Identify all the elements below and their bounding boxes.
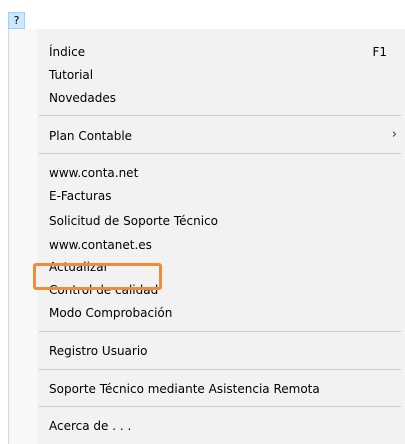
menu-item-label: Modo Comprobación bbox=[49, 306, 173, 320]
help-dropdown-menu: Índice F1 Tutorial Novedades Plan Contab… bbox=[8, 29, 405, 444]
menu-item-label: Novedades bbox=[49, 91, 117, 105]
shortcut-label: F1 bbox=[372, 45, 387, 59]
menu-separator bbox=[39, 406, 401, 407]
menu-item-label: Acerca de . . . bbox=[49, 419, 132, 433]
menu-separator bbox=[39, 331, 401, 332]
menu-item-registro-usuario[interactable]: Registro Usuario bbox=[9, 340, 405, 362]
menu-item-tutorial[interactable]: Tutorial bbox=[9, 64, 405, 86]
menu-item-control-calidad[interactable]: Control de calidad bbox=[9, 279, 405, 301]
menu-item-soporte-remoto[interactable]: Soporte Técnico mediante Asistencia Remo… bbox=[9, 378, 405, 400]
menu-item-actualizar[interactable]: Actualizar bbox=[9, 256, 405, 278]
menu-separator bbox=[39, 153, 401, 154]
menu-item-label: Solicitud de Soporte Técnico bbox=[49, 214, 219, 228]
menu-separator bbox=[39, 115, 401, 116]
menu-item-label: Actualizar bbox=[49, 260, 109, 274]
menu-item-modo-comprobacion[interactable]: Modo Comprobación bbox=[9, 302, 405, 324]
menu-item-indice[interactable]: Índice F1 bbox=[9, 41, 405, 63]
menu-item-label: www.contanet.es bbox=[49, 238, 152, 252]
menu-item-label: Plan Contable bbox=[49, 129, 133, 143]
menu-item-plan-contable[interactable]: Plan Contable › bbox=[9, 125, 405, 147]
menu-item-novedades[interactable]: Novedades bbox=[9, 87, 405, 109]
menu-item-e-facturas[interactable]: E-Facturas bbox=[9, 185, 405, 207]
menu-item-label: Soporte Técnico mediante Asistencia Remo… bbox=[49, 382, 320, 396]
help-menu-button[interactable]: ? bbox=[8, 12, 25, 29]
menu-separator bbox=[39, 369, 401, 370]
menu-item-solicitud-soporte[interactable]: Solicitud de Soporte Técnico bbox=[9, 210, 405, 232]
menu-item-label: Tutorial bbox=[49, 68, 94, 82]
menu-item-label: Control de calidad bbox=[49, 283, 159, 297]
chevron-right-icon: › bbox=[391, 127, 397, 142]
menu-item-label: Índice bbox=[49, 45, 86, 59]
menu-item-label: E-Facturas bbox=[49, 189, 112, 203]
menu-item-label: Registro Usuario bbox=[49, 344, 148, 358]
menu-item-conta-net[interactable]: www.conta.net bbox=[9, 162, 405, 184]
menu-item-acerca-de[interactable]: Acerca de . . . bbox=[9, 415, 405, 437]
menu-item-label: www.conta.net bbox=[49, 166, 139, 180]
menubar: ? bbox=[0, 0, 405, 30]
menu-item-contanet-es[interactable]: www.contanet.es bbox=[9, 234, 405, 256]
